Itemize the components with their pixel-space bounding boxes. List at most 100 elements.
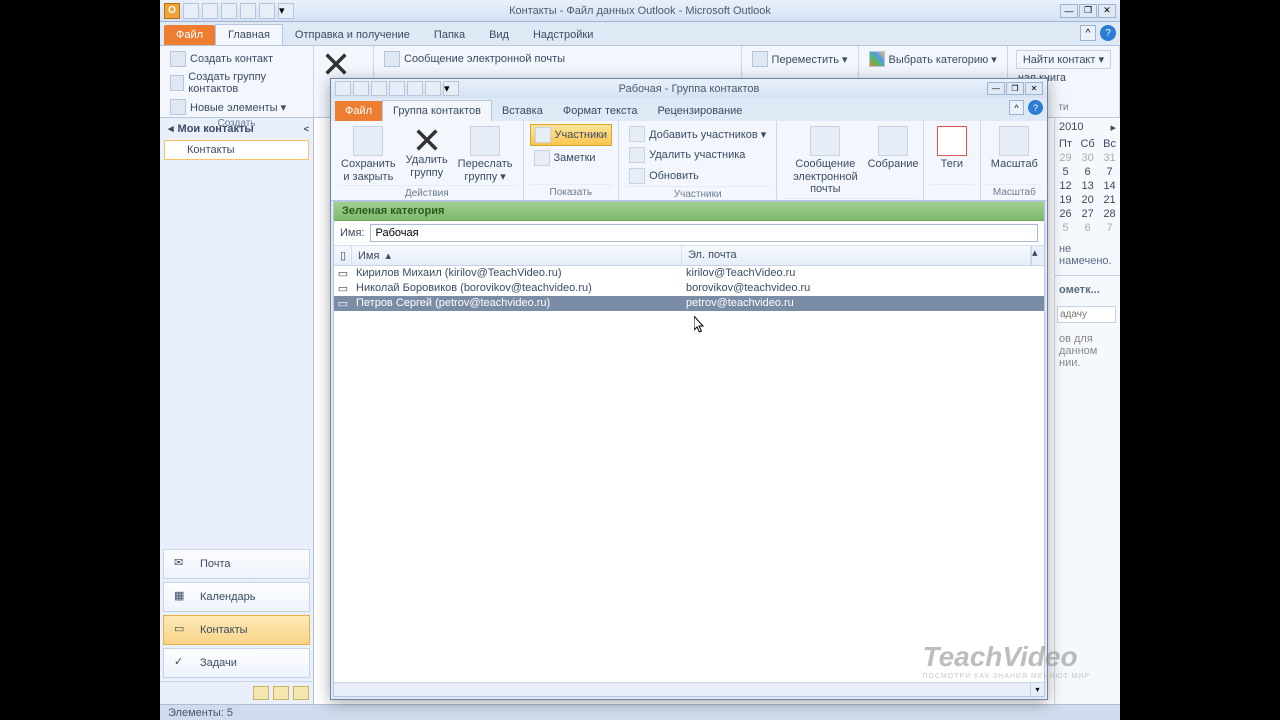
contact-row-icon: ▭: [334, 282, 352, 295]
qat-save-icon[interactable]: [240, 3, 256, 19]
zoom-button[interactable]: Масштаб: [987, 124, 1042, 184]
quick-access-toolbar: O ▾: [164, 3, 294, 19]
save-close-button[interactable]: Сохранить и закрыть: [337, 124, 400, 185]
grid-scrollbar-top[interactable]: ▴: [1031, 246, 1044, 265]
new-group-label: Создать группу контактов: [188, 71, 303, 95]
qat-refresh-icon[interactable]: [259, 3, 275, 19]
member-email: kirilov@TeachVideo.ru: [682, 267, 1044, 280]
modal-maximize-button[interactable]: ❐: [1006, 82, 1024, 95]
meeting-label: Собрание: [868, 158, 919, 171]
member-row[interactable]: ▭ Николай Боровиков (borovikov@teachvide…: [334, 281, 1044, 296]
col-name[interactable]: Имя ▴: [352, 246, 682, 265]
qat-print-icon[interactable]: [221, 3, 237, 19]
modal-tab-group[interactable]: Группа контактов: [382, 100, 492, 121]
member-row[interactable]: ▭ Кирилов Михаил (kirilov@TeachVideo.ru)…: [334, 266, 1044, 281]
people-icon: [535, 127, 551, 143]
help-icon[interactable]: ?: [1100, 25, 1116, 41]
members-button[interactable]: Участники: [530, 124, 613, 146]
nav-calendar[interactable]: ▦Календарь: [163, 582, 310, 612]
modal-tab-review[interactable]: Рецензирование: [647, 101, 752, 121]
meeting-button[interactable]: Собрание: [869, 124, 916, 198]
x-icon: [413, 126, 441, 154]
modal-tab-file[interactable]: Файл: [335, 101, 382, 121]
modal-prev-icon[interactable]: [407, 81, 423, 96]
tab-home[interactable]: Главная: [215, 24, 283, 45]
modal-tab-format[interactable]: Формат текста: [553, 101, 648, 121]
find-contact-input[interactable]: Найти контакт ▾: [1016, 50, 1111, 69]
notes-button[interactable]: Заметки: [530, 148, 613, 168]
modal-undo-icon[interactable]: [371, 81, 387, 96]
scroll-down-icon[interactable]: ▾: [1030, 683, 1044, 696]
modal-close-button[interactable]: ✕: [1025, 82, 1043, 95]
modal-next-icon[interactable]: [425, 81, 441, 96]
nav-item-contacts[interactable]: Контакты: [164, 140, 309, 160]
collapse-icon[interactable]: <: [304, 124, 309, 134]
forward-group-button[interactable]: Переслать группу ▾: [454, 124, 517, 185]
tab-file[interactable]: Файл: [164, 25, 215, 45]
add-members-label: Добавить участников ▾: [649, 128, 766, 141]
new-task-input[interactable]: [1057, 306, 1116, 323]
new-items-button[interactable]: Новые элементы ▾: [168, 98, 305, 116]
nav-header-my-contacts[interactable]: ◂ Мои контакты<: [160, 118, 313, 139]
tab-addins[interactable]: Надстройки: [521, 25, 605, 45]
remove-member-button[interactable]: Удалить участника: [625, 145, 770, 165]
move-button[interactable]: Переместить ▾: [750, 50, 850, 68]
tags-label: Теги: [941, 158, 963, 171]
col-email[interactable]: Эл. почта: [682, 246, 1031, 265]
delete-group-label: Удалить группу: [406, 154, 448, 179]
minimize-button[interactable]: —: [1060, 4, 1078, 18]
close-button[interactable]: ✕: [1098, 4, 1116, 18]
delete-group-button[interactable]: Удалить группу: [402, 124, 452, 185]
new-items-icon: [170, 99, 186, 115]
email-message-button[interactable]: Сообщение электронной почты: [382, 50, 733, 68]
nav-mini-icons: [160, 681, 313, 704]
modal-minimize-button[interactable]: —: [987, 82, 1005, 95]
member-row-selected[interactable]: ▭ Петров Сергей (petrov@teachvideo.ru) p…: [334, 296, 1044, 311]
modal-tab-insert[interactable]: Вставка: [492, 101, 553, 121]
tags-button[interactable]: Теги: [930, 124, 974, 184]
zoom-label: Масштаб: [991, 158, 1038, 171]
add-members-button[interactable]: Добавить участников ▾: [625, 124, 770, 144]
calendar-icon: ▦: [174, 589, 192, 605]
qat-more-icon[interactable]: ▾: [278, 3, 294, 19]
task-hint-text: ов для данном нии.: [1055, 325, 1120, 377]
email-button[interactable]: Сообщение электронной почты: [783, 124, 867, 198]
qat-send-receive-icon[interactable]: [183, 3, 199, 19]
mini-calendar[interactable]: ПтСбВс 293031 567 121314 192021 262728 5…: [1055, 137, 1120, 235]
tab-send-receive[interactable]: Отправка и получение: [283, 25, 422, 45]
category-bar[interactable]: Зеленая категория: [334, 202, 1044, 221]
tab-view[interactable]: Вид: [477, 25, 521, 45]
modal-qat-more-icon[interactable]: ▾: [443, 81, 459, 96]
folder-move-icon: [752, 51, 768, 67]
modal-ribbon: Сохранить и закрыть Удалить группу Перес…: [331, 121, 1047, 201]
refresh-button[interactable]: Обновить: [625, 166, 770, 186]
nav-tasks[interactable]: ✓Задачи: [163, 648, 310, 678]
modal-collapse-ribbon-icon[interactable]: ^: [1009, 100, 1024, 115]
contact-icon: [170, 51, 186, 67]
notes-icon[interactable]: [253, 686, 269, 700]
shortcuts-icon[interactable]: [293, 686, 309, 700]
nav-mail[interactable]: ✉Почта: [163, 549, 310, 579]
grid-scrollbar-bottom[interactable]: ▾: [334, 682, 1044, 696]
maximize-button[interactable]: ❐: [1079, 4, 1097, 18]
modal-save-icon[interactable]: [353, 81, 369, 96]
main-ribbon-tabs: Файл Главная Отправка и получение Папка …: [160, 22, 1120, 46]
nav-contacts[interactable]: ▭Контакты: [163, 615, 310, 645]
member-email: petrov@teachvideo.ru: [682, 297, 1044, 310]
folders-icon[interactable]: [273, 686, 289, 700]
col-icon[interactable]: ▯: [334, 246, 352, 265]
next-month-icon[interactable]: ▸: [1110, 121, 1116, 134]
col-name-label: Имя: [358, 250, 379, 262]
modal-redo-icon[interactable]: [389, 81, 405, 96]
minimize-ribbon-icon[interactable]: ^: [1080, 25, 1096, 41]
modal-help-icon[interactable]: ?: [1028, 100, 1043, 115]
qat-undo-icon[interactable]: [202, 3, 218, 19]
tab-folder[interactable]: Папка: [422, 25, 477, 45]
mail-icon: ✉: [174, 556, 192, 572]
group-name-input[interactable]: [370, 224, 1038, 242]
nav-tasks-label: Задачи: [200, 657, 237, 669]
delete-x-icon[interactable]: [322, 50, 350, 78]
categorize-button[interactable]: Выбрать категорию ▾: [867, 50, 999, 68]
new-group-button[interactable]: Создать группу контактов: [168, 70, 305, 96]
new-contact-button[interactable]: Создать контакт: [168, 50, 305, 68]
